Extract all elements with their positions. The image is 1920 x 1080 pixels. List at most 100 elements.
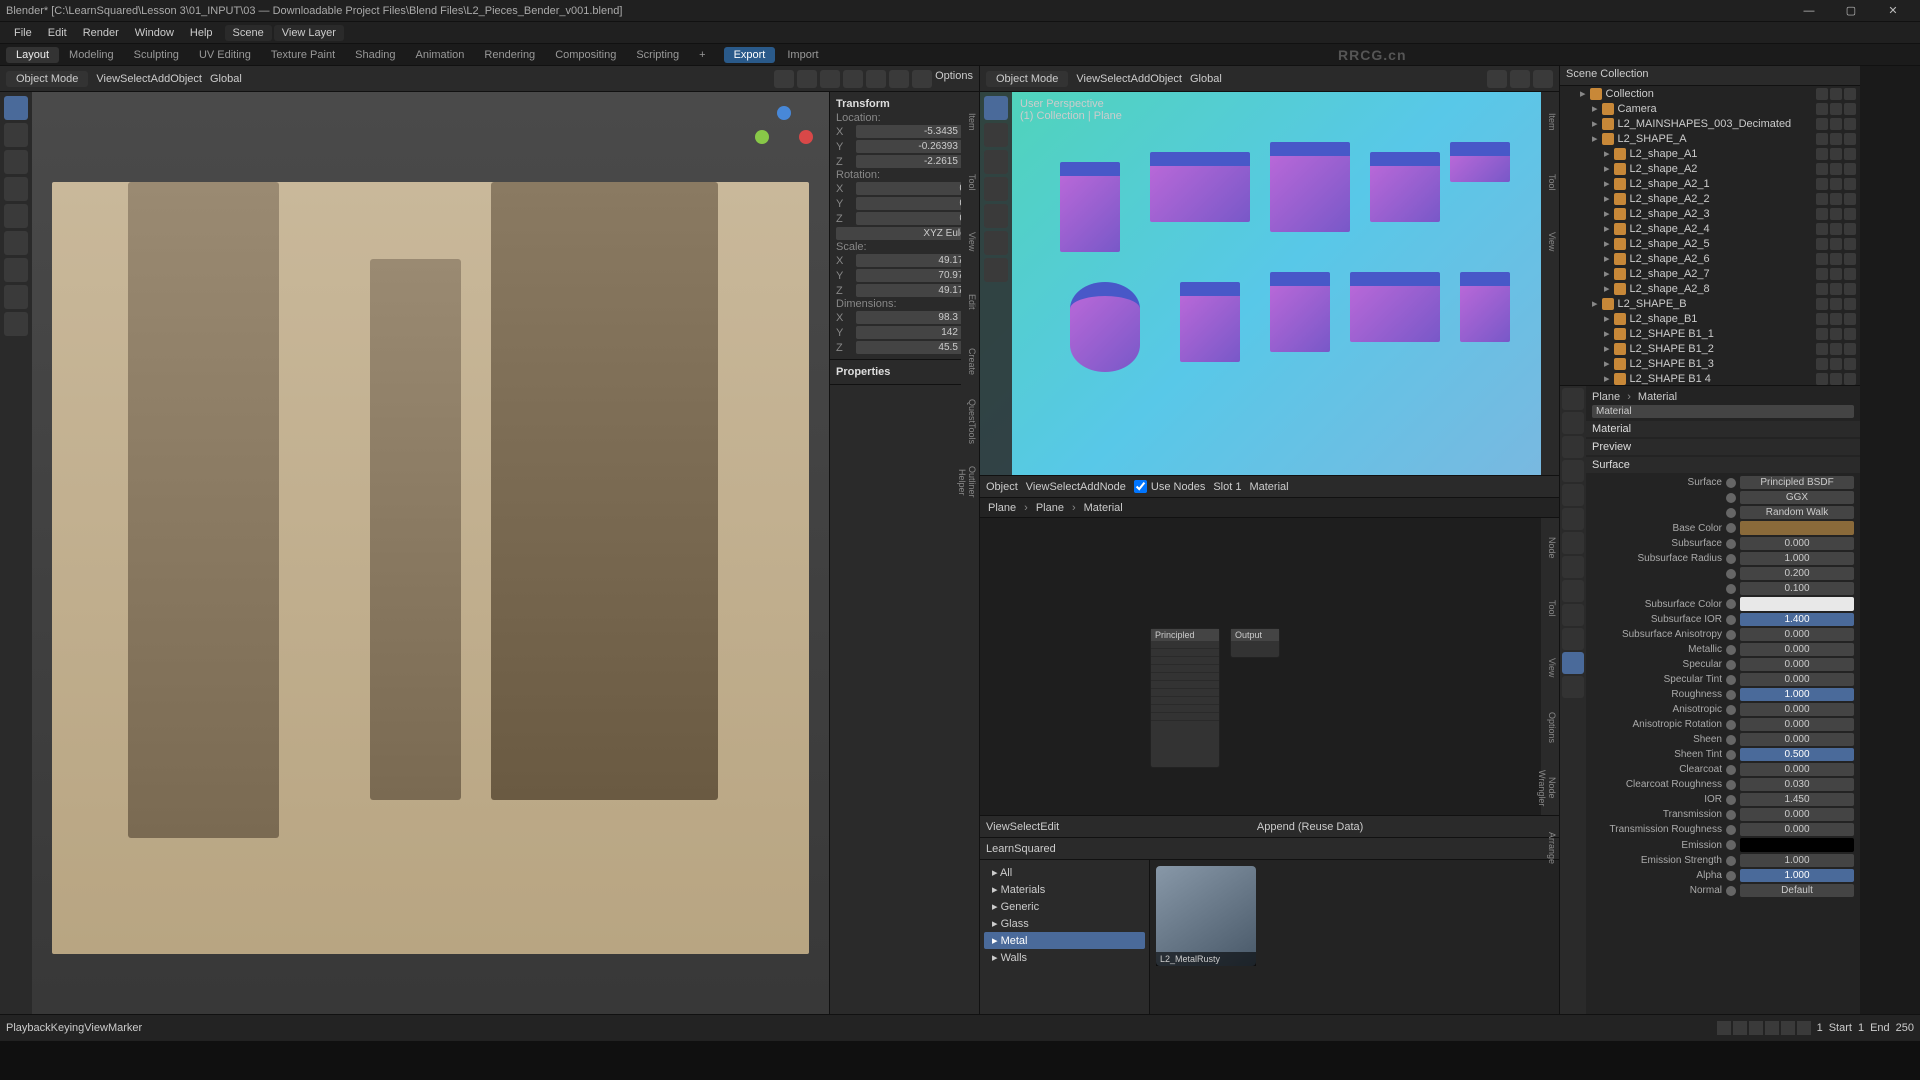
mode-selector-2[interactable]: Object Mode xyxy=(986,71,1068,87)
socket-icon[interactable] xyxy=(1726,765,1736,775)
move-tool[interactable] xyxy=(4,150,28,174)
vtab-arrange[interactable]: Arrange xyxy=(1541,818,1559,878)
render-toggle-icon[interactable] xyxy=(1844,88,1856,100)
vp2-menu-view[interactable]: View xyxy=(1076,73,1100,85)
outliner-item[interactable]: ▸L2_SHAPE B1_3 xyxy=(1560,356,1860,371)
asset-library[interactable]: LearnSquared xyxy=(986,843,1056,855)
mesh-tab-icon[interactable] xyxy=(1562,628,1584,650)
transform-tool[interactable] xyxy=(4,231,28,255)
disclosure-icon[interactable]: ▸ xyxy=(1604,252,1610,265)
options-button[interactable]: Options xyxy=(935,70,973,88)
vtab-edit[interactable]: Edit xyxy=(961,272,979,332)
eye-toggle-icon[interactable] xyxy=(1816,178,1828,190)
socket-icon[interactable] xyxy=(1726,886,1736,896)
outliner-item[interactable]: ▸L2_SHAPE B1_1 xyxy=(1560,326,1860,341)
prop-value[interactable]: 0.000 xyxy=(1740,628,1854,641)
viewport-toggle-icon[interactable] xyxy=(1830,133,1842,145)
node-editor[interactable]: Principled Output NodeToolViewOptionsNod… xyxy=(980,518,1559,815)
object-tab-icon[interactable] xyxy=(1562,508,1584,530)
vp2-menu-add[interactable]: Add xyxy=(1131,73,1151,85)
viewlayer-selector[interactable]: View Layer xyxy=(274,25,344,41)
viewport-toggle-icon[interactable] xyxy=(1830,238,1842,250)
slot-selector[interactable]: Slot 1 xyxy=(1213,481,1241,493)
tab-+[interactable]: + xyxy=(689,47,715,63)
prop-value[interactable]: 0.000 xyxy=(1740,658,1854,671)
eye-toggle-icon[interactable] xyxy=(1816,163,1828,175)
outliner-item[interactable]: ▸L2_SHAPE B1_2 xyxy=(1560,341,1860,356)
socket-icon[interactable] xyxy=(1726,660,1736,670)
prev-key-icon[interactable] xyxy=(1733,1021,1747,1035)
menu-file[interactable]: File xyxy=(6,25,40,41)
outliner-item[interactable]: ▸L2_SHAPE_A xyxy=(1560,131,1860,146)
rot-x[interactable]: 0° xyxy=(856,182,973,195)
tab-compositing[interactable]: Compositing xyxy=(545,47,626,63)
asset-cat-glass[interactable]: ▸ Glass xyxy=(984,915,1145,932)
node-menu-add[interactable]: Add xyxy=(1080,481,1100,493)
prop-value[interactable]: 0.000 xyxy=(1740,703,1854,716)
color-swatch[interactable] xyxy=(1740,521,1854,535)
socket-icon[interactable] xyxy=(1726,871,1736,881)
scl-y[interactable]: 70.977 xyxy=(856,269,973,282)
prop-value[interactable]: 0.000 xyxy=(1740,537,1854,550)
render-toggle-icon[interactable] xyxy=(1844,283,1856,295)
prop-value[interactable]: 0.000 xyxy=(1740,718,1854,731)
prop-value[interactable]: Principled BSDF xyxy=(1740,476,1854,489)
play-icon[interactable] xyxy=(1765,1021,1779,1035)
asset-cat-metal[interactable]: ▸ Metal xyxy=(984,932,1145,949)
tl-menu-view[interactable]: View xyxy=(84,1022,108,1034)
viewport-toggle-icon[interactable] xyxy=(1830,268,1842,280)
socket-icon[interactable] xyxy=(1726,539,1736,549)
tl-menu-keying[interactable]: Keying xyxy=(51,1022,85,1034)
prop-value[interactable]: 1.000 xyxy=(1740,869,1854,882)
socket-icon[interactable] xyxy=(1726,675,1736,685)
outliner-item[interactable]: ▸L2_shape_A2_7 xyxy=(1560,266,1860,281)
eye-toggle-icon[interactable] xyxy=(1816,373,1828,385)
viewport-toggle-icon[interactable] xyxy=(1830,313,1842,325)
prop-value[interactable]: 0.100 xyxy=(1740,582,1854,595)
eye-toggle-icon[interactable] xyxy=(1816,253,1828,265)
taskbar[interactable] xyxy=(0,1040,1920,1080)
disclosure-icon[interactable]: ▸ xyxy=(1604,237,1610,250)
prop-value[interactable]: Default xyxy=(1740,884,1854,897)
render-toggle-icon[interactable] xyxy=(1844,178,1856,190)
prop-value[interactable]: 1.000 xyxy=(1740,688,1854,701)
socket-icon[interactable] xyxy=(1726,478,1736,488)
rotate-tool[interactable] xyxy=(4,177,28,201)
eye-toggle-icon[interactable] xyxy=(1816,193,1828,205)
vp1-menu-add[interactable]: Add xyxy=(151,73,171,85)
prop-value[interactable]: 0.000 xyxy=(1740,733,1854,746)
dim-x[interactable]: 98.3 m xyxy=(856,311,973,324)
render-toggle-icon[interactable] xyxy=(1844,298,1856,310)
viewport-toggle-icon[interactable] xyxy=(1830,253,1842,265)
overlay-icon[interactable] xyxy=(797,70,817,88)
vtab-tool[interactable]: Tool xyxy=(1541,578,1559,638)
viewport-toggle-icon[interactable] xyxy=(1830,103,1842,115)
viewport1[interactable] xyxy=(32,92,829,1014)
viewport-toggle-icon[interactable] xyxy=(1830,163,1842,175)
socket-icon[interactable] xyxy=(1726,780,1736,790)
material-slot[interactable]: Material xyxy=(1592,405,1854,418)
prop-value[interactable]: 0.030 xyxy=(1740,778,1854,791)
vp1-menu-view[interactable]: View xyxy=(96,73,120,85)
outliner-item[interactable]: ▸Camera xyxy=(1560,101,1860,116)
eye-toggle-icon[interactable] xyxy=(1816,148,1828,160)
vtab-node-wrangler[interactable]: Node Wrangler xyxy=(1541,758,1559,818)
minimize-button[interactable]: — xyxy=(1788,1,1830,21)
prop-value[interactable]: 1.400 xyxy=(1740,613,1854,626)
disclosure-icon[interactable]: ▸ xyxy=(1604,192,1610,205)
disclosure-icon[interactable]: ▸ xyxy=(1604,342,1610,355)
menu-edit[interactable]: Edit xyxy=(40,25,75,41)
socket-icon[interactable] xyxy=(1726,825,1736,835)
socket-icon[interactable] xyxy=(1726,615,1736,625)
rot-mode[interactable]: XYZ Euler xyxy=(836,227,973,240)
scl-z[interactable]: 49.170 xyxy=(856,284,973,297)
vtab-view[interactable]: View xyxy=(961,212,979,272)
asset-menu-select[interactable]: Select xyxy=(1010,821,1041,833)
eye-toggle-icon[interactable] xyxy=(1816,208,1828,220)
tab-shading[interactable]: Shading xyxy=(345,47,405,63)
prop-value[interactable]: 0.200 xyxy=(1740,567,1854,580)
play-reverse-icon[interactable] xyxy=(1749,1021,1763,1035)
render-toggle-icon[interactable] xyxy=(1844,133,1856,145)
vp2-menu-select[interactable]: Select xyxy=(1100,73,1131,85)
socket-icon[interactable] xyxy=(1726,554,1736,564)
